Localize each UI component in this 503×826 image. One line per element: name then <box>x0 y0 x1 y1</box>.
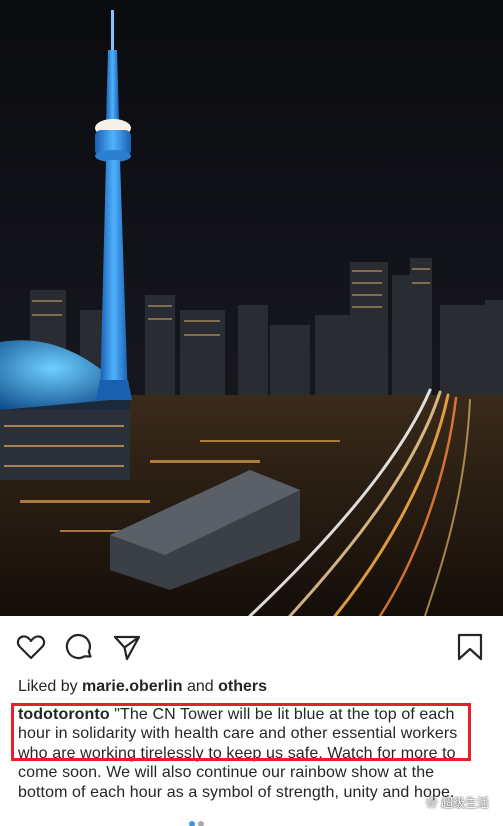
paper-plane-icon[interactable] <box>112 632 142 662</box>
liked-by-others-link[interactable]: others <box>218 678 267 695</box>
liked-by-prefix: Liked by <box>18 678 78 695</box>
caption-username-link[interactable]: todotoronto <box>18 706 110 723</box>
watermark: ❀ 超级生活 <box>426 794 489 811</box>
wechat-icon: ❀ <box>425 796 441 810</box>
post-actions-bar <box>0 616 503 676</box>
watermark-text: 超级生活 <box>440 796 489 810</box>
liked-by-line: Liked by marie.oberlin and others <box>18 676 267 698</box>
bookmark-icon[interactable] <box>455 632 485 662</box>
heart-icon[interactable] <box>16 632 46 662</box>
cn-tower-night-photo <box>0 0 503 616</box>
liked-by-and: and <box>186 678 214 695</box>
comment-icon[interactable] <box>64 632 94 662</box>
post-caption: todotoronto "The CN Tower will be lit bl… <box>18 705 484 802</box>
post-photo[interactable] <box>0 0 503 616</box>
carousel-dots-icon <box>189 821 204 826</box>
liked-by-user-link[interactable]: marie.oberlin <box>82 678 182 695</box>
